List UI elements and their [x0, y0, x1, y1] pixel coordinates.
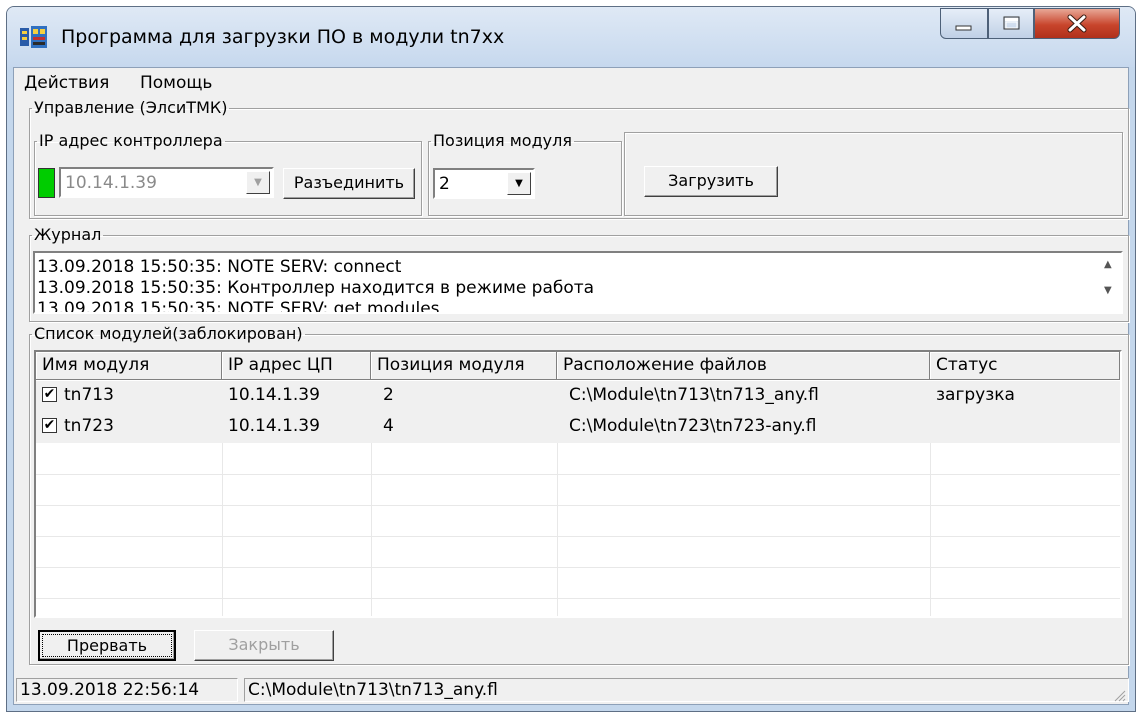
close-button[interactable] [1034, 8, 1120, 39]
grid-line [222, 443, 223, 616]
ip-value: 10.14.1.39 [65, 173, 157, 193]
modules-legend: Список модулей(заблокирован) [34, 324, 303, 343]
column-header-position[interactable]: Позиция модуля [371, 352, 557, 380]
position-value: 2 [439, 174, 450, 194]
module-name: tn723 [64, 416, 114, 436]
status-bar: 13.09.2018 22:56:14 C:\Module\tn713\tn71… [14, 676, 1129, 704]
grid-line [36, 536, 1120, 537]
control-group-legend: Управление (ЭлсиТМК) [34, 98, 228, 117]
status-file: C:\Module\tn713\tn713_any.fl [244, 678, 1129, 702]
journal-scrollbar[interactable]: ▲ ▼ [1099, 253, 1121, 312]
column-header-status[interactable]: Статус [930, 352, 1120, 380]
menu-help[interactable]: Помощь [140, 73, 212, 93]
row-checkbox[interactable]: ✔ [42, 387, 57, 402]
module-path: C:\Module\tn723\tn723-any.fl [569, 416, 817, 436]
chevron-down-icon[interactable]: ▼ [507, 172, 531, 195]
close-icon [1067, 14, 1087, 33]
ip-combobox[interactable]: 10.14.1.39 ▼ [59, 167, 274, 198]
ip-group-legend: IP адрес контроллера [39, 131, 223, 150]
maximize-icon [1003, 16, 1020, 30]
module-position: 4 [383, 416, 394, 436]
connection-indicator [38, 168, 55, 198]
journal-log[interactable]: 13.09.2018 15:50:35: NOTE SERV: connect … [33, 251, 1123, 314]
log-line: 13.09.2018 15:50:35: Контроллер находитс… [37, 278, 595, 298]
column-header-ip[interactable]: IP адрес ЦП [222, 352, 371, 380]
module-name: tn713 [64, 385, 114, 405]
app-window: Программа для загрузки ПО в модули tn7xx… [6, 6, 1136, 712]
grid-line [36, 505, 1120, 506]
grid-line [930, 443, 931, 616]
window-title: Программа для загрузки ПО в модули tn7xx [61, 26, 505, 48]
modules-table[interactable]: Имя модуля IP адрес ЦП Позиция модуля Ра… [34, 350, 1122, 618]
grid-line [36, 567, 1120, 568]
scroll-up-icon[interactable]: ▲ [1104, 259, 1112, 270]
journal-legend: Журнал [34, 225, 102, 244]
row-checkbox[interactable]: ✔ [42, 418, 57, 433]
log-line: 13.09.2018 15:50:35: NOTE SERV: connect [37, 257, 402, 277]
minimize-icon [955, 25, 972, 31]
client-area: Действия Помощь Управление (ЭлсиТМК) IP … [13, 67, 1129, 705]
module-ip: 10.14.1.39 [228, 416, 320, 436]
module-position: 2 [383, 385, 394, 405]
column-header-name[interactable]: Имя модуля [36, 352, 222, 380]
resize-grip-icon[interactable] [1112, 688, 1126, 702]
close-dialog-button[interactable]: Закрыть [194, 630, 334, 661]
log-line: 13.09.2018 15:50:35: NOTE SERV: get modu… [37, 299, 440, 314]
table-row[interactable]: ✔ tn723 10.14.1.39 4 C:\Module\tn723\tn7… [36, 412, 1120, 443]
maximize-button[interactable] [988, 8, 1034, 39]
disconnect-button[interactable]: Разъединить [283, 168, 415, 199]
app-icon [20, 26, 47, 48]
module-ip: 10.14.1.39 [228, 385, 320, 405]
grid-line [36, 598, 1120, 599]
table-row[interactable]: ✔ tn713 10.14.1.39 2 C:\Module\tn713\tn7… [36, 381, 1120, 412]
abort-button[interactable]: Прервать [38, 630, 176, 661]
position-group-legend: Позиция модуля [433, 131, 572, 150]
scroll-down-icon[interactable]: ▼ [1104, 285, 1112, 296]
module-path: C:\Module\tn713\tn713_any.fl [569, 385, 819, 405]
grid-line [371, 443, 372, 616]
grid-line [557, 443, 558, 616]
position-combobox[interactable]: 2 ▼ [433, 168, 535, 199]
minimize-button[interactable] [940, 8, 988, 39]
column-header-path[interactable]: Расположение файлов [557, 352, 930, 380]
title-bar[interactable]: Программа для загрузки ПО в модули tn7xx [7, 7, 1135, 67]
grid-line [36, 474, 1120, 475]
menu-bar: Действия Помощь [14, 68, 1128, 98]
menu-actions[interactable]: Действия [24, 73, 109, 93]
chevron-down-icon[interactable]: ▼ [246, 171, 270, 194]
status-time: 13.09.2018 22:56:14 [16, 678, 238, 702]
module-status: загрузка [936, 385, 1015, 405]
upload-button[interactable]: Загрузить [644, 166, 778, 197]
